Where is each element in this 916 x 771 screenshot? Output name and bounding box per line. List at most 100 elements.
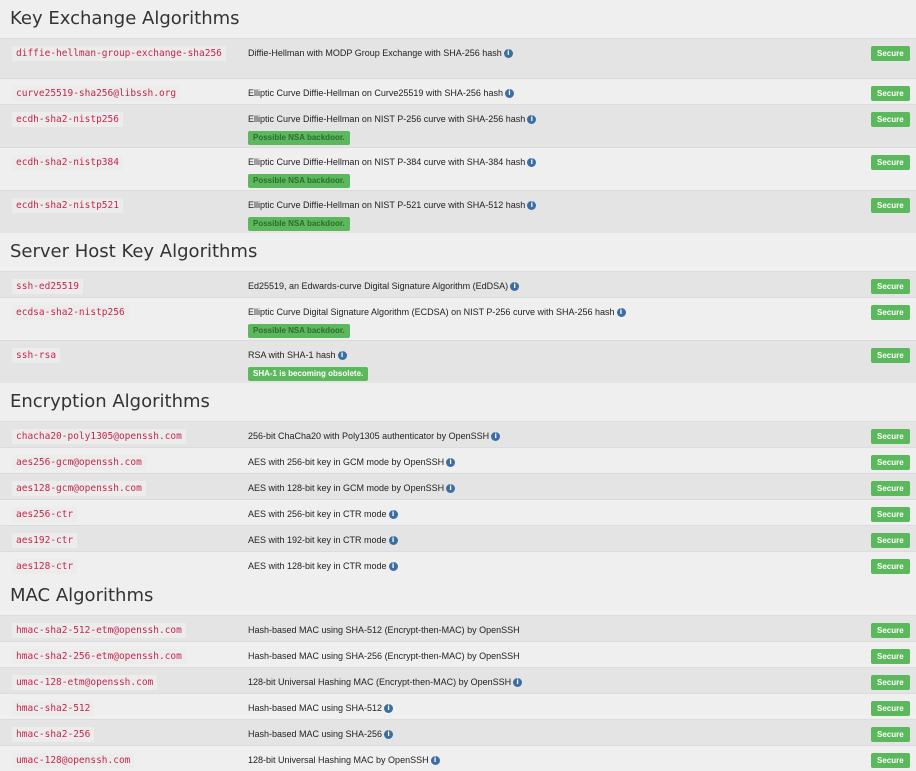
- algorithm-name: umac-128-etm@openssh.com: [12, 675, 157, 690]
- table-row: ssh-ed25519Ed25519, an Edwards-curve Dig…: [0, 272, 916, 298]
- status-badge: Secure: [871, 155, 910, 170]
- status-badge: Secure: [871, 112, 910, 127]
- algorithm-name: ecdsa-sha2-nistp256: [12, 305, 129, 320]
- warning-badge: SHA-1 is becoming obsolete.: [248, 367, 368, 381]
- table-row: ssh-rsa RSA with SHA-1 hashi SHA-1 is beco…: [0, 341, 916, 384]
- status-badge: Secure: [871, 429, 910, 444]
- status-cell: Secure: [849, 341, 916, 384]
- status-badge: Secure: [871, 727, 910, 742]
- table-row: ecdh-sha2-nistp384Elliptic Curve Diffie-…: [0, 148, 916, 191]
- algorithm-cell: aes256-ctr: [0, 500, 243, 526]
- section-title: MAC Algorithms: [0, 577, 916, 615]
- status-badge: Secure: [871, 675, 910, 690]
- info-icon[interactable]: i: [338, 351, 347, 360]
- algorithm-name: aes256-gcm@openssh.com: [12, 455, 146, 470]
- table-row: hmac-sha2-256-etm@openssh.comHash-based …: [0, 642, 916, 668]
- section-kex: Key Exchange Algorithmsdiffie-hellman-gr…: [0, 0, 916, 233]
- algorithm-name: aes256-ctr: [12, 507, 77, 522]
- section-title: Server Host Key Algorithms: [0, 233, 916, 271]
- info-icon[interactable]: i: [384, 704, 393, 713]
- status-cell: Secure: [849, 746, 916, 771]
- description-cell: RSA with SHA-1 hashi SHA-1 is becoming ob…: [243, 341, 849, 384]
- algorithm-cell: aes128-ctr: [0, 552, 243, 578]
- table-row: aes192-ctrAES with 192-bit key in CTR mo…: [0, 526, 916, 552]
- table-row: aes128-ctr AES with 128-bit key in CTR mo…: [0, 552, 916, 578]
- warning-badge: Possible NSA backdoor.: [248, 174, 350, 188]
- algorithm-name: hmac-sha2-512: [12, 701, 94, 716]
- status-cell: Secure: [849, 474, 916, 500]
- description-cell: Elliptic Curve Diffie-Hellman on NIST P-…: [243, 191, 849, 234]
- algorithm-description: Hash-based MAC using SHA-256: [248, 729, 382, 739]
- status-cell: Secure: [849, 148, 916, 191]
- algorithm-cell: hmac-sha2-512-etm@openssh.com: [0, 616, 243, 642]
- table-row: ecdh-sha2-nistp256Elliptic Curve Diffie-…: [0, 105, 916, 148]
- algorithm-description: 128-bit Universal Hashing MAC by OpenSSH: [248, 755, 429, 765]
- info-icon[interactable]: i: [384, 730, 393, 739]
- algorithm-cell: aes128-gcm@openssh.com: [0, 474, 243, 500]
- table-row: hmac-sha2-512-etm@openssh.com Hash-based …: [0, 616, 916, 642]
- algorithm-name: ecdh-sha2-nistp521: [12, 198, 123, 213]
- table-row: umac-128@openssh.com128-bit Universal Ha…: [0, 746, 916, 771]
- info-icon[interactable]: i: [527, 115, 536, 124]
- description-cell: AES with 192-bit key in CTR modei: [243, 526, 849, 552]
- table-row: aes256-gcm@openssh.com AES with 256-bit k…: [0, 448, 916, 474]
- info-icon[interactable]: i: [527, 201, 536, 210]
- info-icon[interactable]: i: [510, 282, 519, 291]
- algorithm-description: Hash-based MAC using SHA-512 (Encrypt-th…: [248, 625, 520, 635]
- description-cell: Ed25519, an Edwards-curve Digital Signat…: [243, 272, 849, 298]
- algorithm-table: ssh-ed25519Ed25519, an Edwards-curve Dig…: [0, 271, 916, 383]
- description-cell: Hash-based MAC using SHA-256 (Encrypt-th…: [243, 642, 849, 668]
- algorithm-cell: ecdh-sha2-nistp521: [0, 191, 243, 234]
- description-cell: Elliptic Curve Diffie-Hellman on NIST P-…: [243, 148, 849, 191]
- algorithm-cell: ssh-rsa: [0, 341, 243, 384]
- algorithm-description: AES with 128-bit key in CTR mode: [248, 561, 387, 571]
- status-cell: Secure: [849, 694, 916, 720]
- info-icon[interactable]: i: [491, 432, 500, 441]
- info-icon[interactable]: i: [527, 158, 536, 167]
- status-badge: Secure: [871, 455, 910, 470]
- status-cell: Secure: [849, 448, 916, 474]
- algorithm-cell: ssh-ed25519: [0, 272, 243, 298]
- status-cell: Secure: [849, 616, 916, 642]
- table-row: umac-128-etm@openssh.com128-bit Universa…: [0, 668, 916, 694]
- status-cell: Secure: [849, 642, 916, 668]
- status-badge: Secure: [871, 701, 910, 716]
- table-row: hmac-sha2-256 Hash-based MAC using SHA-25…: [0, 720, 916, 746]
- algorithm-name: hmac-sha2-256: [12, 727, 94, 742]
- algorithm-name: ssh-rsa: [12, 348, 60, 363]
- description-cell: AES with 256-bit key in GCM mode by Open…: [243, 448, 849, 474]
- status-badge: Secure: [871, 649, 910, 664]
- algorithm-description: AES with 256-bit key in CTR mode: [248, 509, 387, 519]
- info-icon[interactable]: i: [505, 89, 514, 98]
- status-cell: Secure: [849, 105, 916, 148]
- description-cell: 128-bit Universal Hashing MAC by OpenSSH…: [243, 746, 849, 771]
- status-badge: Secure: [871, 481, 910, 496]
- algorithm-cell: chacha20-poly1305@openssh.com: [0, 422, 243, 448]
- info-icon[interactable]: i: [446, 458, 455, 467]
- table-row: ecdsa-sha2-nistp256Elliptic Curve Digita…: [0, 298, 916, 341]
- algorithm-description: Hash-based MAC using SHA-256 (Encrypt-th…: [248, 651, 520, 661]
- algorithm-cell: curve25519-sha256@libssh.org: [0, 79, 243, 105]
- info-icon[interactable]: i: [617, 308, 626, 317]
- description-cell: AES with 128-bit key in CTR modei: [243, 552, 849, 578]
- info-icon[interactable]: i: [431, 756, 440, 765]
- status-cell: Secure: [849, 79, 916, 105]
- algorithm-cell: ecdsa-sha2-nistp256: [0, 298, 243, 341]
- warning-badge: Possible NSA backdoor.: [248, 324, 350, 338]
- info-icon[interactable]: i: [389, 562, 398, 571]
- algorithm-name: aes128-ctr: [12, 559, 77, 574]
- status-badge: Secure: [871, 86, 910, 101]
- status-badge: Secure: [871, 305, 910, 320]
- info-icon[interactable]: i: [389, 510, 398, 519]
- algorithm-description: Elliptic Curve Diffie-Hellman on NIST P-…: [248, 200, 525, 210]
- algorithm-table: chacha20-poly1305@openssh.com256-bit Cha…: [0, 421, 916, 577]
- description-cell: Elliptic Curve Diffie-Hellman on Curve25…: [243, 79, 849, 105]
- info-icon[interactable]: i: [389, 536, 398, 545]
- table-row: hmac-sha2-512Hash-based MAC using SHA-51…: [0, 694, 916, 720]
- algorithm-description: RSA with SHA-1 hash: [248, 350, 336, 360]
- info-icon[interactable]: i: [504, 49, 513, 58]
- info-icon[interactable]: i: [446, 484, 455, 493]
- algorithm-cell: aes192-ctr: [0, 526, 243, 552]
- info-icon[interactable]: i: [513, 678, 522, 687]
- section-title: Encryption Algorithms: [0, 383, 916, 421]
